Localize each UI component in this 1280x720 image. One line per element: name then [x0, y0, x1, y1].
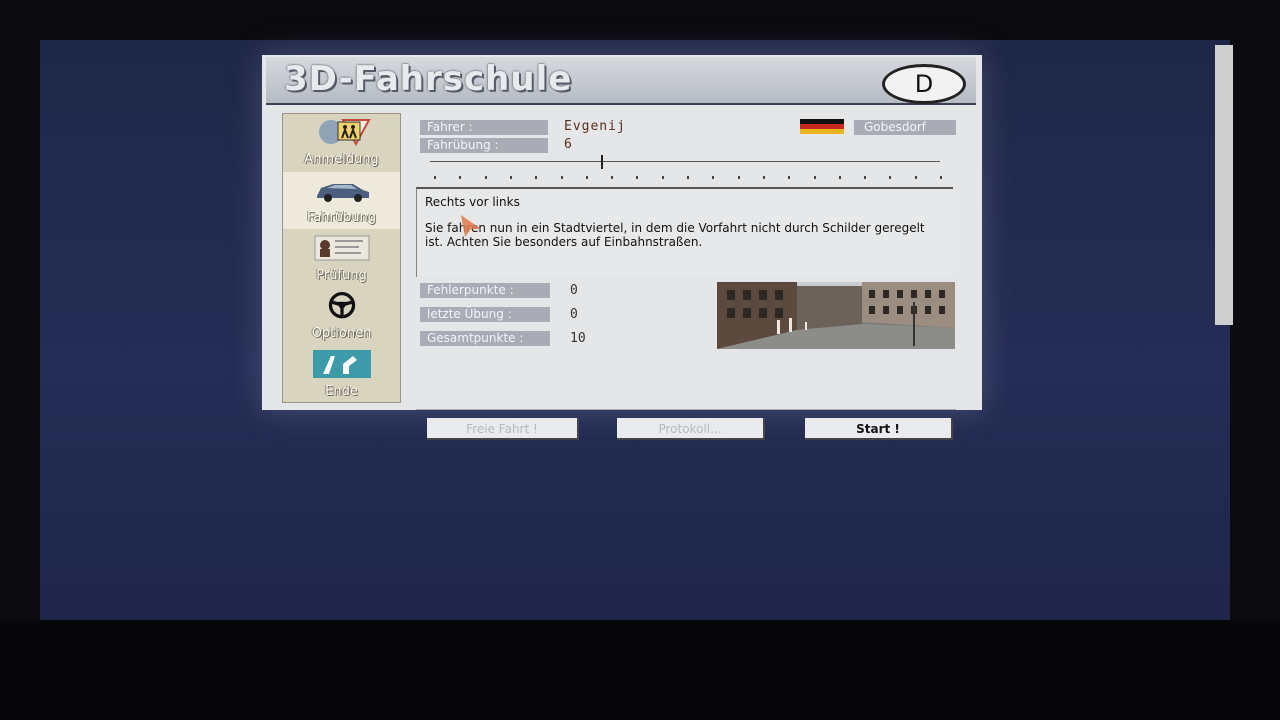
sidebar-item-anmeldung[interactable]: Anmeldung: [283, 114, 400, 171]
slider-tick: [737, 176, 740, 179]
slider-tick: [636, 176, 639, 179]
language-badge[interactable]: D: [882, 64, 966, 104]
slider-tick: [687, 176, 689, 179]
germany-flag-icon: [800, 119, 844, 134]
sidebar-item-ende[interactable]: Ende: [283, 346, 400, 403]
sidebar-item-label: Fahrübung: [306, 210, 377, 225]
location-label: Gobesdorf: [854, 120, 956, 135]
sidebar-item-label: Ende: [325, 384, 358, 399]
protocol-button[interactable]: Protokoll...: [617, 418, 765, 440]
exercise-title: Rechts vor links: [425, 195, 520, 209]
exercise-slider-track[interactable]: [430, 161, 940, 162]
slider-tick: [864, 176, 867, 179]
exercise-slider-thumb[interactable]: [601, 155, 603, 169]
sidebar-item-pruefung[interactable]: Prüfung: [283, 230, 400, 287]
monitor-edge: [1215, 45, 1233, 325]
stat-label-fehlerpunkte: Fehlerpunkte :: [420, 283, 550, 298]
exercise-description: Sie fahren nun in ein Stadtviertel, in d…: [425, 221, 925, 249]
sidebar-item-label: Prüfung: [316, 268, 367, 283]
exercise-preview-image: [717, 282, 955, 349]
stat-label-letzte-uebung: letzte Übung :: [420, 307, 550, 322]
slider-tick: [889, 176, 892, 179]
free-drive-button[interactable]: Freie Fahrt !: [427, 418, 579, 440]
sidebar: Anmeldung Fahrübung Prüfung Optionen End…: [282, 113, 401, 403]
driver-name: Evgenij: [564, 119, 626, 134]
slider-tick: [712, 176, 715, 179]
title-bar: 3D-Fahrschule D: [266, 57, 976, 105]
exercise-description-box: Rechts vor links Sie fahren nun in ein S…: [416, 187, 953, 277]
mouse-cursor-icon: [461, 215, 481, 237]
slider-tick: [434, 176, 436, 179]
stat-label-gesamtpunkte: Gesamtpunkte :: [420, 331, 550, 346]
exit-sign-icon: [313, 350, 371, 378]
slider-tick: [813, 176, 816, 179]
stat-value-fehlerpunkte: 0: [570, 283, 578, 298]
slider-tick: [484, 176, 487, 179]
slider-tick: [535, 176, 538, 179]
slider-tick: [661, 176, 664, 179]
slider-tick: [762, 176, 765, 179]
steering-wheel-icon: [328, 292, 356, 319]
main-panel: Fahrer : Evgenij Fahrübung : 6 Gobesdorf…: [410, 113, 972, 440]
sidebar-item-label: Anmeldung: [304, 152, 379, 167]
app-title: 3D-Fahrschule: [284, 59, 573, 99]
stat-value-letzte-uebung: 0: [570, 307, 578, 322]
slider-tick: [838, 176, 841, 179]
slider-tick: [585, 176, 588, 179]
slider-tick: [509, 176, 512, 179]
slider-tick: [914, 176, 917, 179]
exercise-number: 6: [564, 137, 572, 152]
start-button[interactable]: Start !: [805, 418, 953, 440]
sidebar-item-fahruebung[interactable]: Fahrübung: [283, 172, 400, 229]
sidebar-item-optionen[interactable]: Optionen: [283, 288, 400, 345]
sidebar-item-label: Optionen: [311, 326, 372, 341]
divider: [416, 409, 956, 410]
slider-tick: [560, 176, 563, 179]
registration-icon: [319, 119, 371, 146]
driver-label: Fahrer :: [420, 120, 548, 135]
slider-tick: [459, 176, 462, 179]
exercise-label: Fahrübung :: [420, 138, 548, 153]
slider-tick: [940, 176, 942, 179]
slider-tick: [611, 176, 614, 179]
app-window: 3D-Fahrschule D Anmeldung Fahrübung Prüf…: [262, 55, 982, 440]
monitor-bezel: [0, 620, 1280, 720]
car-icon: [317, 184, 369, 202]
slider-tick: [788, 176, 791, 179]
stat-value-gesamtpunkte: 10: [570, 331, 586, 346]
license-card-icon: [314, 235, 370, 261]
